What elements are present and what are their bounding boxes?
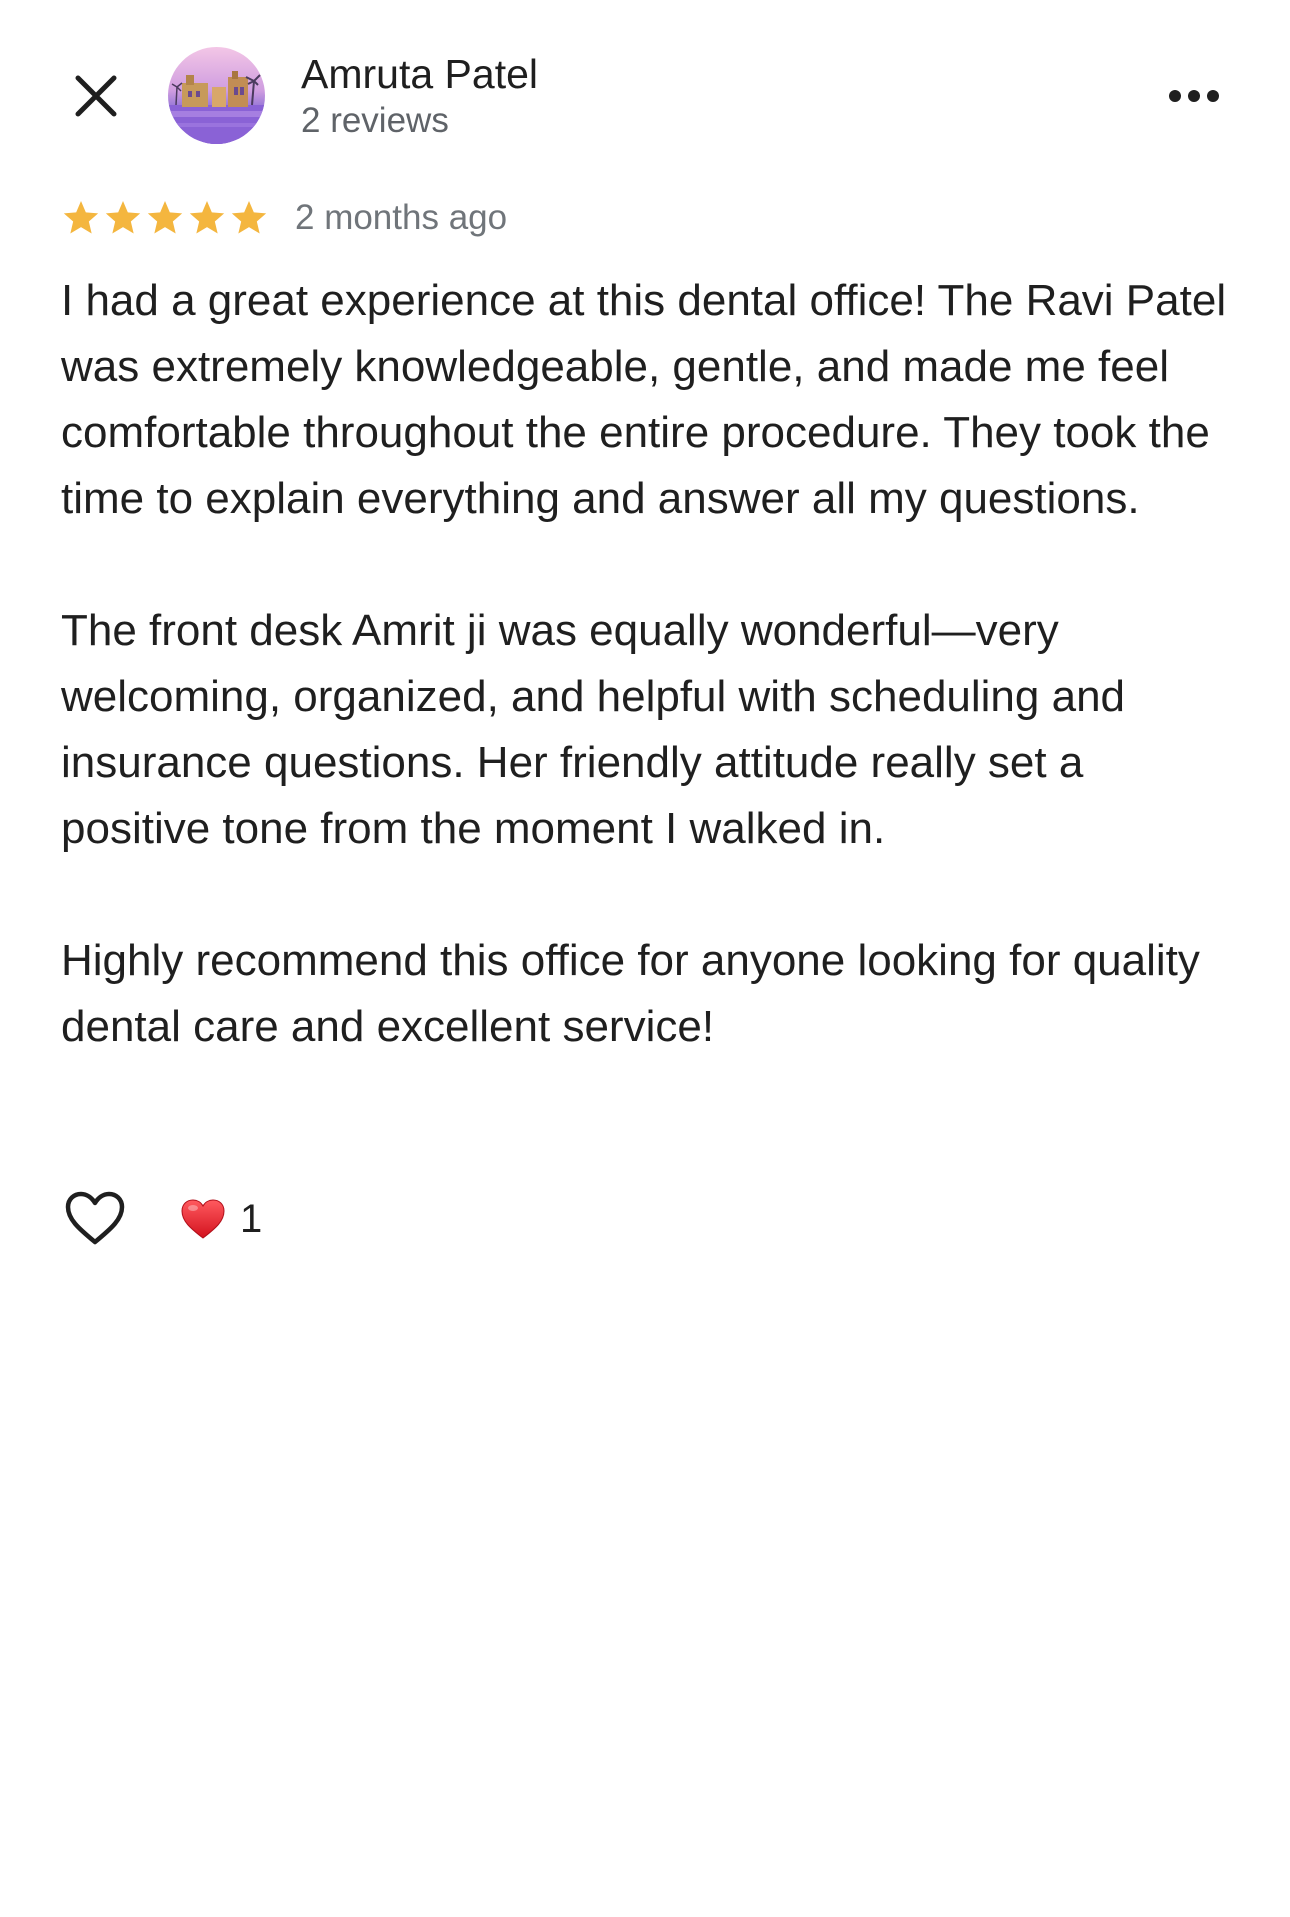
author-review-count[interactable]: 2 reviews: [301, 100, 449, 142]
reaction-summary[interactable]: 1: [180, 1193, 262, 1245]
close-icon: [75, 75, 117, 117]
review-sheet: Amruta Patel 2 reviews 2 months ago I ha…: [0, 0, 1290, 1917]
avatar[interactable]: [168, 47, 265, 144]
star-icon: [147, 201, 183, 234]
star-rating: [61, 198, 269, 238]
star-icon: [231, 201, 267, 234]
reaction-count: 1: [240, 1197, 263, 1241]
review-date: 2 months ago: [295, 198, 508, 237]
more-options-button[interactable]: [1158, 70, 1230, 122]
red-heart-icon: [181, 1199, 225, 1239]
more-horizontal-icon: [1169, 90, 1219, 102]
like-button[interactable]: [60, 1185, 130, 1251]
review-paragraph: The front desk Amrit ji was equally wond…: [61, 606, 1126, 853]
star-icon: [105, 201, 141, 234]
close-button[interactable]: [62, 62, 130, 130]
review-paragraph: I had a great experience at this dental …: [61, 276, 1227, 523]
star-icon: [63, 201, 99, 234]
review-paragraph: Highly recommend this office for anyone …: [61, 936, 1200, 1051]
rating-row: 2 months ago: [61, 193, 507, 243]
star-icon: [189, 201, 225, 234]
avatar-image: [168, 47, 265, 144]
heart-outline-icon: [65, 1191, 125, 1245]
author-name[interactable]: Amruta Patel: [301, 50, 538, 98]
review-text: I had a great experience at this dental …: [61, 268, 1241, 1060]
